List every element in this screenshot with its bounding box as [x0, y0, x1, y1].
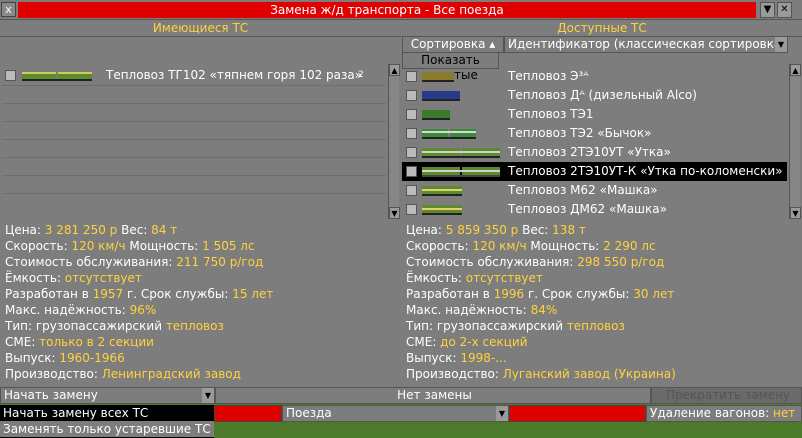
- vehicle-icon: [406, 185, 417, 196]
- right-scrollbar[interactable]: ▲ ▼: [789, 64, 801, 219]
- vehicle-count: 2: [358, 70, 364, 80]
- locomotive-sprite-icon: [422, 129, 476, 139]
- wagon-removal-label: Удаление вагонов:: [650, 406, 774, 420]
- vehicle-icon: [406, 128, 417, 139]
- locomotive-sprite-icon: [22, 72, 92, 81]
- vehicle-icon: [406, 166, 417, 177]
- stop-replace-button[interactable]: Прекратить замену: [651, 387, 802, 404]
- replace-status: Нет замены: [215, 387, 651, 404]
- vehicle-name: Тепловоз 2ТЭ10УТ «Утка»: [508, 145, 671, 159]
- right-vehicle-info: Цена: 5 859 350 р Вес: 138 т Скорость: 1…: [406, 223, 676, 381]
- vehicle-name: Тепловоз ДМ62 «Машка»: [508, 202, 667, 216]
- list-item[interactable]: Тепловоз ДМ62 «Машка»: [402, 200, 787, 219]
- list-item[interactable]: Тепловоз ТЭ1: [402, 105, 787, 124]
- chevron-down-icon: ▼: [202, 388, 214, 403]
- left-scrollbar[interactable]: ▲ ▼: [388, 64, 400, 219]
- wagon-removal-value: нет: [773, 406, 796, 420]
- scroll-up-icon[interactable]: ▲: [790, 64, 801, 76]
- window-title: Замена ж/д транспорта - Все поезда: [18, 2, 756, 18]
- vehicle-icon: [406, 147, 417, 158]
- menu-item-replace-all[interactable]: Начать замену всех ТС: [0, 405, 214, 421]
- vehicle-icon: [5, 70, 16, 81]
- existing-vehicles-list[interactable]: Тепловоз ТГ102 «тяпнем горя 102 раза» 2: [2, 64, 386, 217]
- vehicle-name: Тепловоз Э³ᴬ: [508, 69, 589, 83]
- title-bar[interactable]: x Замена ж/д транспорта - Все поезда ▼ ✕: [0, 0, 802, 20]
- trains-dropdown-label: Поезда: [286, 406, 332, 420]
- locomotive-sprite-icon: [422, 91, 460, 101]
- scroll-down-icon[interactable]: ▼: [790, 207, 801, 219]
- list-item[interactable]: [2, 176, 386, 194]
- shade-button[interactable]: ▼: [760, 2, 775, 18]
- vehicle-icon: [406, 71, 417, 82]
- vehicle-icon: [406, 90, 417, 101]
- scroll-down-icon[interactable]: ▼: [389, 207, 400, 219]
- vehicle-name: Тепловоз ТЭ2 «Бычок»: [508, 126, 652, 140]
- locomotive-sprite-icon: [422, 186, 462, 196]
- list-item[interactable]: Тепловоз 2ТЭ10УТ «Утка»: [402, 143, 787, 162]
- available-vehicles-list[interactable]: Тепловоз Э³ᴬ Тепловоз Дᴬ (дизельный Alco…: [402, 67, 787, 220]
- list-item[interactable]: Тепловоз ТЭ2 «Бычок»: [402, 124, 787, 143]
- list-item[interactable]: Тепловоз ТГ102 «тяпнем горя 102 раза» 2: [2, 64, 386, 86]
- sort-criteria-dropdown[interactable]: Идентификатор (классическая сортировка) …: [504, 36, 788, 53]
- right-column-header: Доступные ТС: [402, 20, 802, 37]
- vehicle-icon: [406, 109, 417, 120]
- left-vehicle-info: Цена: 3 281 250 р Вес: 84 т Скорость: 12…: [5, 223, 274, 381]
- vehicle-name: Тепловоз Дᴬ (дизельный Alco): [508, 88, 697, 102]
- wagon-color-bar: [214, 405, 282, 422]
- autoreplace-window: x Замена ж/д транспорта - Все поезда ▼ ✕…: [0, 0, 802, 404]
- vehicle-name: Тепловоз 2ТЭ10УТ-К «Утка по-коломенски»: [508, 164, 783, 178]
- trains-dropdown[interactable]: Поезда ▼: [282, 405, 509, 422]
- sticky-button[interactable]: ✕: [777, 2, 792, 18]
- menu-item-replace-old[interactable]: Заменять только устаревшие ТС: [0, 421, 214, 437]
- chevron-down-icon: ▼: [496, 406, 508, 421]
- sort-order-button[interactable]: Сортировка ▴: [402, 36, 504, 53]
- vehicle-name: Тепловоз М62 «Машка»: [508, 183, 658, 197]
- vehicle-name: Тепловоз ТГ102 «тяпнем горя 102 раза»: [106, 68, 363, 82]
- list-item[interactable]: [2, 122, 386, 140]
- chevron-down-icon: ▼: [775, 37, 787, 52]
- vehicle-name: Тепловоз ТЭ1: [508, 107, 594, 121]
- vehicle-icon: [406, 204, 417, 215]
- list-item[interactable]: [2, 158, 386, 176]
- sort-criteria-value: Идентификатор (классическая сортировка): [508, 37, 787, 51]
- locomotive-sprite-icon: [422, 148, 500, 158]
- start-replace-dropdown[interactable]: Начать замену ▼: [0, 387, 215, 404]
- list-item[interactable]: Тепловоз Дᴬ (дизельный Alco): [402, 86, 787, 105]
- left-column-header: Имеющиеся ТС: [0, 20, 401, 37]
- locomotive-sprite-icon: [422, 72, 454, 82]
- list-item[interactable]: [2, 86, 386, 104]
- start-replace-menu[interactable]: Начать замену всех ТС Заменять только ус…: [0, 405, 214, 438]
- scroll-up-icon[interactable]: ▲: [389, 64, 400, 76]
- list-item-selected[interactable]: Тепловоз 2ТЭ10УТ-К «Утка по-коломенски»: [402, 162, 787, 181]
- list-item[interactable]: [2, 140, 386, 158]
- wagon-removal-toggle[interactable]: Удаление вагонов: нет: [646, 405, 802, 422]
- engine-color-bar: [509, 405, 646, 422]
- start-replace-label: Начать замену: [4, 388, 98, 402]
- list-item[interactable]: [2, 104, 386, 122]
- locomotive-sprite-icon: [422, 167, 500, 177]
- list-item[interactable]: Тепловоз М62 «Машка»: [402, 181, 787, 200]
- close-button[interactable]: x: [1, 2, 16, 17]
- list-item[interactable]: Тепловоз Э³ᴬ: [402, 67, 787, 86]
- locomotive-sprite-icon: [422, 205, 462, 215]
- locomotive-sprite-icon: [422, 110, 450, 120]
